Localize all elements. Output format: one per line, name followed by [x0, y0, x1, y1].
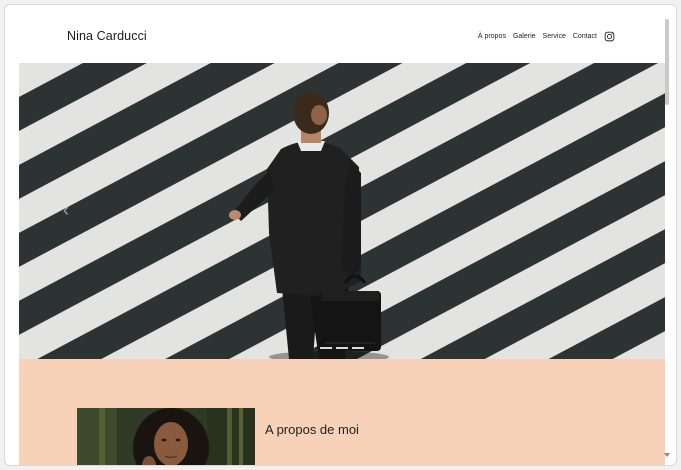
- portrait-photo: [77, 408, 255, 465]
- site-brand[interactable]: Nina Carducci: [67, 29, 147, 43]
- main-nav: À propos Galerie Service Contact: [478, 31, 615, 42]
- nav-link-service[interactable]: Service: [543, 33, 566, 40]
- nav-link-galerie[interactable]: Galerie: [513, 33, 536, 40]
- site-header: Nina Carducci À propos Galerie Service C…: [19, 15, 665, 63]
- nav-link-contact[interactable]: Contact: [573, 33, 597, 40]
- carousel-indicator[interactable]: [320, 347, 332, 349]
- scrollbar-thumb[interactable]: [665, 19, 669, 105]
- hero-carousel[interactable]: ‹: [19, 63, 665, 359]
- carousel-prev-button[interactable]: ‹: [63, 201, 69, 219]
- about-section: A propos de moi: [19, 359, 665, 465]
- instagram-icon[interactable]: [604, 31, 615, 42]
- hero-image: [19, 63, 665, 359]
- browser-viewport: Nina Carducci À propos Galerie Service C…: [4, 4, 677, 466]
- about-title: A propos de moi: [265, 422, 359, 437]
- website: Nina Carducci À propos Galerie Service C…: [19, 15, 665, 465]
- portrait-image: [77, 408, 255, 465]
- carousel-indicators: [320, 347, 364, 349]
- carousel-indicator[interactable]: [352, 347, 364, 349]
- carousel-indicator[interactable]: [336, 347, 348, 349]
- page-scrollbar[interactable]: [664, 15, 670, 457]
- scroll-down-arrow-icon[interactable]: [664, 453, 670, 457]
- nav-link-a-propos[interactable]: À propos: [478, 33, 506, 40]
